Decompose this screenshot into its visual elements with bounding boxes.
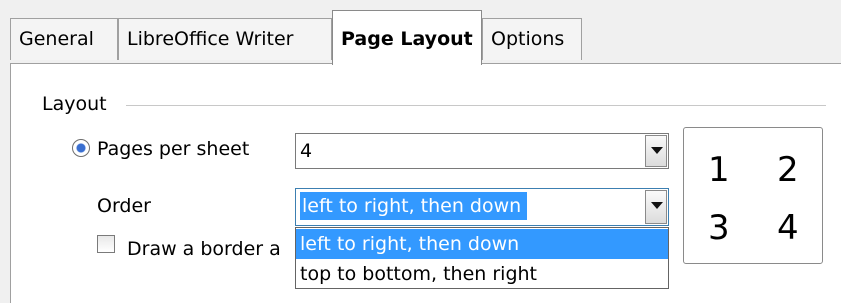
preview-number: 4 [777, 208, 799, 248]
pages-per-sheet-select[interactable]: 4 [295, 133, 669, 169]
preview-number: 3 [708, 208, 730, 248]
order-option-top-to-bottom[interactable]: top to bottom, then right [296, 259, 668, 289]
pages-per-sheet-radio[interactable] [72, 139, 90, 157]
tab-label: General [19, 28, 94, 50]
draw-border-checkbox[interactable] [97, 235, 115, 253]
order-dropdown-button[interactable] [645, 190, 667, 224]
chevron-down-icon [651, 147, 663, 154]
tab-bar: General LibreOffice Writer Page Layout O… [0, 0, 841, 65]
preview-number: 2 [777, 150, 799, 190]
tab-label: Options [491, 28, 565, 50]
tab-libreoffice-writer[interactable]: LibreOffice Writer [118, 18, 332, 60]
tab-options[interactable]: Options [482, 18, 582, 60]
pages-per-sheet-dropdown-button[interactable] [645, 135, 667, 167]
order-select[interactable]: left to right, then down [295, 188, 669, 226]
order-value: left to right, then down [300, 192, 528, 220]
preview-number: 1 [708, 150, 730, 190]
chevron-down-icon [651, 202, 663, 209]
tab-label: Page Layout [341, 28, 473, 50]
order-dropdown-list: left to right, then down top to bottom, … [295, 227, 669, 289]
order-label: Order [97, 195, 151, 217]
pages-per-sheet-label: Pages per sheet [97, 138, 250, 160]
layout-group-label: Layout [42, 93, 107, 115]
tab-label: LibreOffice Writer [127, 28, 294, 50]
tab-general[interactable]: General [10, 18, 118, 60]
draw-border-label: Draw a border a [127, 238, 281, 260]
tab-page-layout[interactable]: Page Layout [332, 10, 482, 65]
order-option-left-to-right[interactable]: left to right, then down [296, 229, 668, 259]
layout-group-separator [126, 105, 826, 106]
pages-per-sheet-value: 4 [300, 140, 313, 162]
page-order-preview: 1 2 3 4 [683, 127, 823, 264]
